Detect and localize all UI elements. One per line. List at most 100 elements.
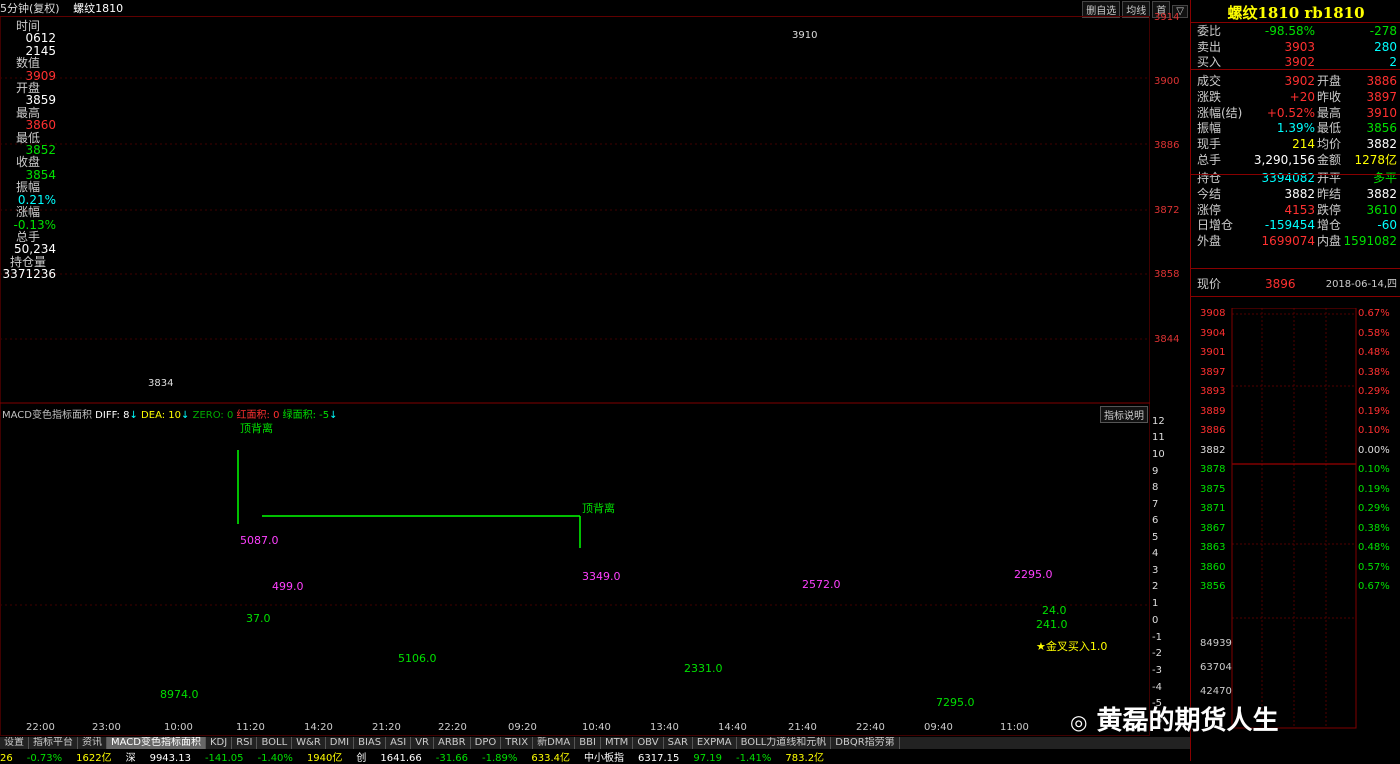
intraday-price-tick: 3897 xyxy=(1200,366,1226,378)
tab-19[interactable]: SAR xyxy=(664,737,693,749)
quote-value: 3610 xyxy=(1366,202,1397,217)
tab-17[interactable]: MTM xyxy=(601,737,634,749)
tab-9[interactable]: BIAS xyxy=(354,737,387,749)
macd-tick: 2 xyxy=(1152,581,1159,592)
quote-row: 涨停 4153 跌停 3610 xyxy=(1195,203,1397,218)
quote-label: 增仓 xyxy=(1317,218,1342,233)
tab-14[interactable]: TRIX xyxy=(501,737,534,749)
quote-value: 1.39% xyxy=(1276,121,1315,136)
tab-5[interactable]: RSI xyxy=(232,737,258,749)
tab-20[interactable]: EXPMA xyxy=(693,737,737,749)
time-tick: 22:40 xyxy=(856,722,885,733)
tab-15[interactable]: 新DMA xyxy=(533,737,576,749)
time-tick: 10:00 xyxy=(164,722,193,733)
open-value: 3859 xyxy=(25,93,56,108)
macd-tick: 5 xyxy=(1152,532,1159,543)
tab-13[interactable]: DPO xyxy=(471,737,502,749)
watermark: ◎ 黄磊的期货人生 xyxy=(1070,706,1279,736)
intraday-pct-tick: 0.38% xyxy=(1358,522,1390,534)
status-item: 9943.13 xyxy=(149,753,191,764)
intraday-pct-tick: 0.67% xyxy=(1358,581,1390,592)
status-item: 1940亿 xyxy=(306,753,343,764)
quote-label: 总手 xyxy=(1197,152,1222,167)
quote-row: 成交 3902 开盘 3886 xyxy=(1195,74,1397,89)
tab-8[interactable]: DMI xyxy=(326,737,355,749)
price-tick: 3872 xyxy=(1154,205,1180,216)
macd-tick: -2 xyxy=(1152,648,1162,660)
macd-name[interactable]: MACD变色指标面积 xyxy=(2,410,92,421)
intraday-pct-tick: 0.48% xyxy=(1358,347,1390,358)
intraday-pct-tick: 0.10% xyxy=(1358,425,1390,436)
change-label: 涨幅 xyxy=(15,205,40,220)
tab-22[interactable]: DBQR指劳第 xyxy=(831,737,900,749)
quote-value: 1699074 xyxy=(1261,234,1315,249)
macd-tick: 7 xyxy=(1152,499,1159,510)
quote-value: 1278亿 xyxy=(1354,152,1397,167)
tab-3[interactable]: MACD变色指标面积 xyxy=(107,737,206,749)
intraday-pct-tick: 0.48% xyxy=(1358,542,1390,553)
quote-value: 3882 xyxy=(1284,187,1315,201)
intraday-price-tick: 3856 xyxy=(1200,581,1226,592)
tab-2[interactable]: 资讯 xyxy=(78,737,107,749)
time-tick: 14:20 xyxy=(304,722,333,733)
quote-label: 金额 xyxy=(1317,152,1342,167)
macd-area-label: 37.0 xyxy=(246,612,271,625)
macd-title-bar: MACD变色指标面积 DIFF: 8↓ DEA: 10↓ ZERO: 0 红面积… xyxy=(2,410,338,421)
status-item: -1.89% xyxy=(482,753,518,764)
quote-value: 3897 xyxy=(1366,89,1397,104)
tab-21[interactable]: BOLL力道线和元帆 xyxy=(737,737,832,749)
period-label[interactable]: 5分钟(复权) xyxy=(0,2,60,15)
quote-label: 跌停 xyxy=(1317,202,1342,217)
tab-4[interactable]: KDJ xyxy=(206,737,233,749)
macd-area-label: 7295.0 xyxy=(936,696,975,709)
tab-0[interactable]: 设置 xyxy=(0,737,29,749)
macd-tick: 12 xyxy=(1152,416,1165,427)
quote-label: 最低 xyxy=(1317,121,1342,136)
status-item: -1.40% xyxy=(257,753,293,764)
quote-row: 涨跌 +20 昨收 3897 xyxy=(1195,90,1397,105)
tab-1[interactable]: 指标平台 xyxy=(29,737,78,749)
intraday-pct-tick: 0.67% xyxy=(1358,308,1390,319)
quote-row: 委比 -98.58% -278 xyxy=(1195,24,1397,39)
intraday-price-tick: 63704 xyxy=(1200,662,1232,673)
open-interest-value: 3371236 xyxy=(2,267,56,282)
tab-18[interactable]: OBV xyxy=(633,737,664,749)
quote-value: -278 xyxy=(1369,24,1397,38)
intraday-price-tick: 42470 xyxy=(1200,686,1232,697)
intraday-pct-tick: 0.00% xyxy=(1358,444,1390,456)
macd-tick: 6 xyxy=(1152,515,1159,526)
tab-10[interactable]: ASI xyxy=(386,737,412,749)
intraday-price-tick: 3882 xyxy=(1200,444,1226,456)
tab-16[interactable]: BBI xyxy=(575,737,601,749)
price-tick: 3900 xyxy=(1154,76,1180,87)
intraday-pct-tick: 0.57% xyxy=(1358,561,1390,573)
intraday-price-tick: 3889 xyxy=(1200,405,1226,417)
macd-tick: -1 xyxy=(1152,631,1162,643)
macd-vertical-marker xyxy=(237,450,581,548)
time-tick: 22:00 xyxy=(26,722,55,733)
macd-tick: 9 xyxy=(1152,466,1159,477)
quote-row: 卖出 3903 280 xyxy=(1195,40,1397,55)
tab-6[interactable]: BOLL xyxy=(257,737,293,749)
indicator-explain-button[interactable]: 指标说明 xyxy=(1100,406,1148,423)
quote-value: 3903 xyxy=(1284,39,1315,54)
tab-12[interactable]: ARBR xyxy=(434,737,471,749)
macd-tick: 10 xyxy=(1152,449,1165,460)
quote-row: 涨幅(结) +0.52% 最高 3910 xyxy=(1195,106,1397,121)
intraday-price-tick: 3904 xyxy=(1200,327,1226,339)
time-axis: 22:00 23:00 10:00 11:20 14:20 21:20 22:2… xyxy=(0,722,1150,736)
tab-7[interactable]: W&R xyxy=(292,737,326,749)
quote-label: 最高 xyxy=(1317,105,1342,120)
intraday-pct-tick: 0.19% xyxy=(1358,405,1390,417)
tab-11[interactable]: VR xyxy=(411,737,435,749)
macd-area-label: 2331.0 xyxy=(684,662,723,675)
status-item: -31.66 xyxy=(435,753,468,764)
quote-row: 振幅 1.39% 最低 3856 xyxy=(1195,121,1397,136)
intraday-pct-tick: 0.58% xyxy=(1358,327,1390,339)
intraday-price-tick: 3908 xyxy=(1200,308,1226,319)
volume-value: 50,234 xyxy=(14,242,56,257)
close-label: 收盘 xyxy=(15,155,40,170)
kline-chart[interactable] xyxy=(0,16,1150,736)
status-item: -0.73% xyxy=(26,753,63,764)
macd-area-label: 5087.0 xyxy=(240,534,279,547)
